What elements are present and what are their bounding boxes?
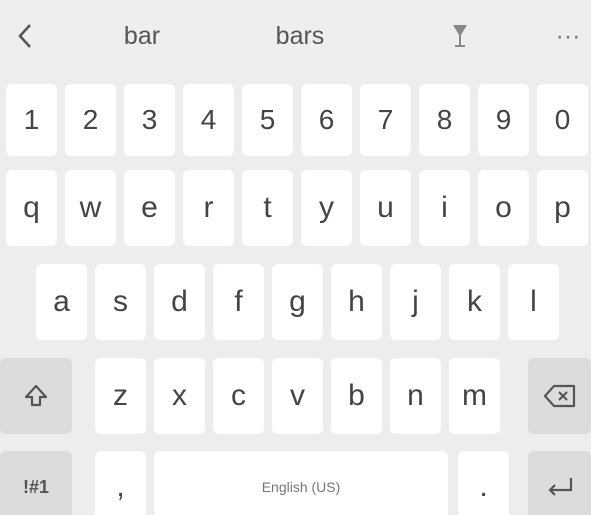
key-3[interactable]: 3 (124, 84, 175, 156)
key-o[interactable]: o (478, 170, 529, 246)
key-z[interactable]: z (95, 358, 146, 434)
key-i[interactable]: i (419, 170, 470, 246)
key-l[interactable]: l (508, 264, 559, 340)
key-w[interactable]: w (65, 170, 116, 246)
enter-icon (547, 478, 572, 496)
key-7[interactable]: 7 (360, 84, 411, 156)
backspace-icon (543, 384, 575, 408)
suggestion-item[interactable]: bars (245, 0, 355, 72)
suggestion-item[interactable]: bar (92, 0, 192, 72)
key-v[interactable]: v (272, 358, 323, 434)
space-key[interactable]: English (US) (154, 451, 448, 515)
key-y[interactable]: y (301, 170, 352, 246)
period-key[interactable]: . (458, 451, 509, 515)
key-f[interactable]: f (213, 264, 264, 340)
key-x[interactable]: x (154, 358, 205, 434)
key-n[interactable]: n (390, 358, 441, 434)
key-g[interactable]: g (272, 264, 323, 340)
key-0[interactable]: 0 (537, 84, 588, 156)
key-t[interactable]: t (242, 170, 293, 246)
keyboard: bar bars ··· 1 2 3 4 5 6 7 8 9 0 q w e r… (0, 0, 591, 515)
shift-key[interactable] (0, 358, 72, 434)
key-d[interactable]: d (154, 264, 205, 340)
chevron-left-icon (18, 24, 31, 48)
key-e[interactable]: e (124, 170, 175, 246)
shift-icon (24, 384, 48, 407)
key-a[interactable]: a (36, 264, 87, 340)
key-p[interactable]: p (537, 170, 588, 246)
key-q[interactable]: q (6, 170, 57, 246)
key-8[interactable]: 8 (419, 84, 470, 156)
key-m[interactable]: m (449, 358, 500, 434)
microphone-icon (453, 25, 467, 47)
symbols-key[interactable]: !#1 (0, 451, 72, 515)
key-1[interactable]: 1 (6, 84, 57, 156)
key-u[interactable]: u (360, 170, 411, 246)
key-k[interactable]: k (449, 264, 500, 340)
key-2[interactable]: 2 (65, 84, 116, 156)
backspace-key[interactable] (528, 358, 591, 434)
back-button[interactable] (0, 0, 50, 72)
space-label: English (US) (261, 479, 341, 495)
key-b[interactable]: b (331, 358, 382, 434)
enter-key[interactable] (528, 451, 591, 515)
key-s[interactable]: s (95, 264, 146, 340)
key-c[interactable]: c (213, 358, 264, 434)
key-5[interactable]: 5 (242, 84, 293, 156)
more-button[interactable]: ··· (545, 0, 591, 72)
key-h[interactable]: h (331, 264, 382, 340)
key-4[interactable]: 4 (183, 84, 234, 156)
symbols-label: !#1 (22, 476, 49, 497)
key-j[interactable]: j (390, 264, 441, 340)
key-9[interactable]: 9 (478, 84, 529, 156)
comma-key[interactable]: , (95, 451, 146, 515)
microphone-button[interactable] (435, 0, 485, 72)
suggestion-bar: bar bars ··· (0, 0, 591, 72)
key-6[interactable]: 6 (301, 84, 352, 156)
key-r[interactable]: r (183, 170, 234, 246)
